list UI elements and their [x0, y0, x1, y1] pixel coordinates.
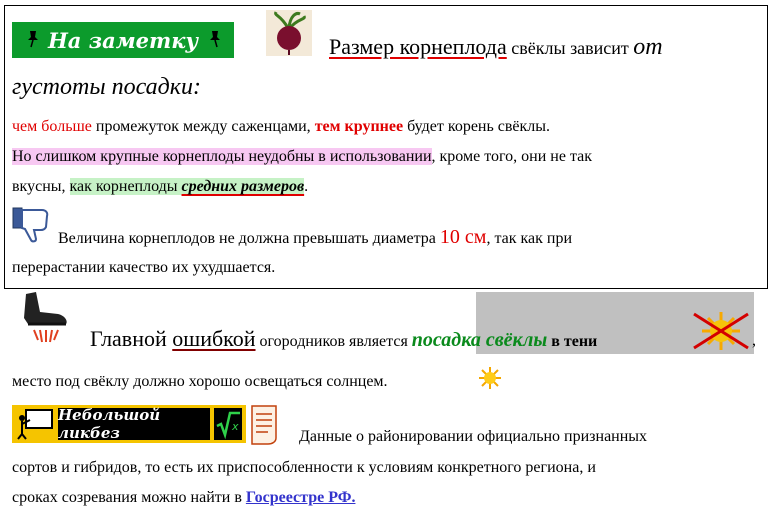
thumbs-down-icon	[12, 207, 49, 243]
teacher-board-icon	[17, 409, 53, 440]
section1-line4: Величина корнеплодов не должна превышать…	[58, 226, 573, 248]
edu-badge: Небольшой ликбез x	[12, 405, 246, 443]
pushpin-icon	[210, 31, 220, 48]
section3-line1: Данные о районировании официально призна…	[299, 428, 648, 445]
beetroot-icon	[266, 10, 312, 56]
section1-line1: чем больше промежуток между саженцами, т…	[12, 118, 551, 135]
pushpin-icon	[28, 31, 38, 48]
svg-text:x: x	[231, 420, 239, 433]
section1-heading-cont: густоты посадки:	[12, 74, 201, 100]
note-badge: На заметку	[12, 22, 234, 58]
section2-comma: ,	[752, 332, 756, 349]
section3-line2: сортов и гибридов, то есть их приспособл…	[12, 459, 596, 476]
boot-stomp-icon	[24, 292, 67, 343]
no-sun-icon	[693, 312, 749, 350]
highlight-green: как корнеплоды средних размеров	[69, 178, 305, 195]
page: { "note_badge": {"label": "На заметку"},…	[0, 0, 773, 513]
section1-line3: вкусны, как корнеплоды средних размеров.	[12, 178, 309, 195]
gosreestr-link[interactable]: Госреестре РФ.	[246, 489, 356, 506]
section1-heading: Размер корнеплода свёклы зависит от	[329, 34, 663, 60]
section2-line2: место под свёклу должно хорошо освещатьс…	[12, 373, 388, 390]
section1-line5: перерастании качество их ухудшается.	[12, 259, 276, 276]
scroll-document-icon	[251, 405, 277, 445]
sun-icon	[479, 367, 501, 389]
section3-line3: сроках созревания можно найти в Госреест…	[12, 489, 356, 506]
section1-line2: Но слишком крупные корнеплоды неудобны в…	[12, 148, 593, 165]
sqrt-x-icon: x	[214, 408, 242, 440]
note-badge-label: На заметку	[47, 27, 199, 53]
edu-badge-label: Небольшой ликбез	[58, 406, 210, 442]
section2-line1: Главной ошибкой огородников является пос…	[90, 326, 598, 351]
